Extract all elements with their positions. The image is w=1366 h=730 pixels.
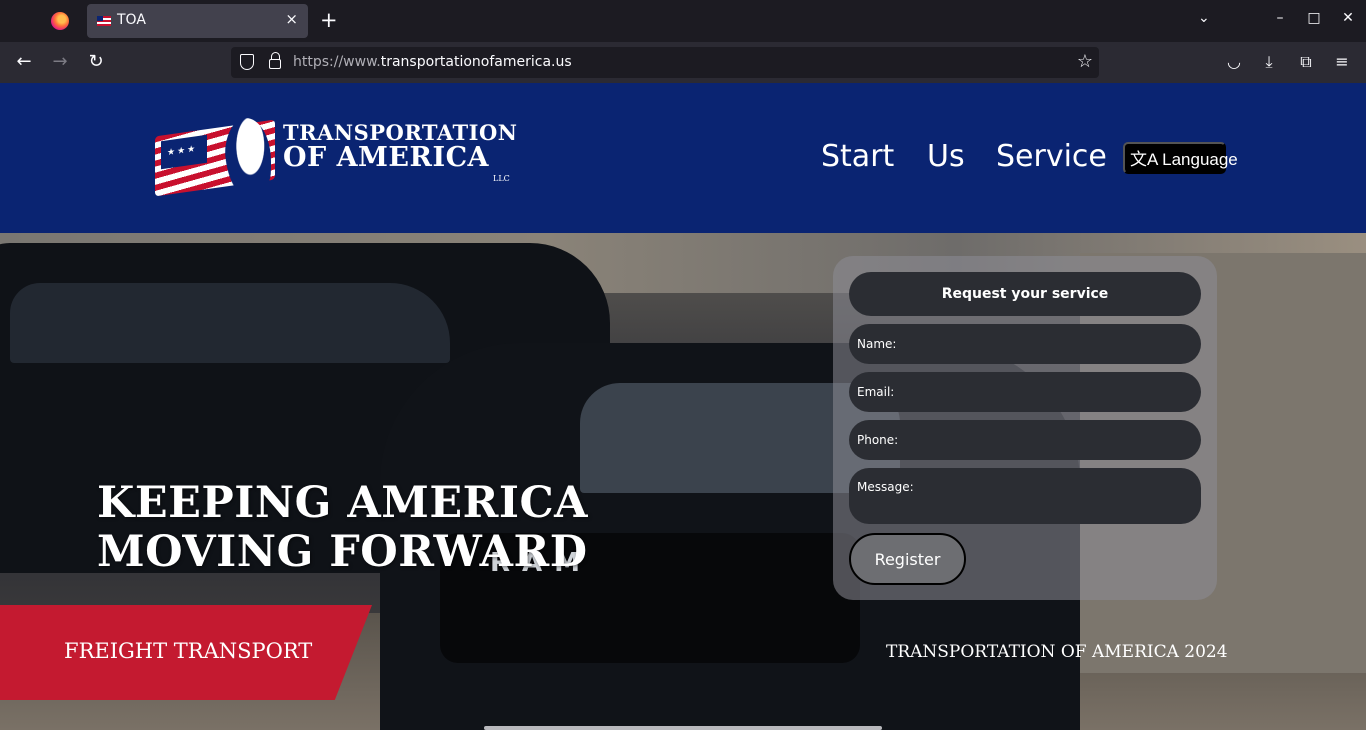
site-header: ★★★ TRANSPORTATION OF AMERICA LLC Start … <box>0 83 1366 233</box>
language-button[interactable]: 文A Language <box>1123 142 1238 174</box>
nav-link-us[interactable]: Us <box>927 139 965 175</box>
nav-link-start[interactable]: Start <box>821 139 894 175</box>
minimize-icon[interactable]: – <box>1270 10 1290 26</box>
reload-icon[interactable]: ↻ <box>85 51 107 73</box>
tab-toa[interactable]: TOA × <box>87 4 308 38</box>
maximize-icon[interactable]: □ <box>1304 10 1324 26</box>
lock-icon[interactable] <box>269 52 281 69</box>
extensions-icon[interactable]: ⧉ <box>1295 51 1317 73</box>
forward-icon[interactable]: → <box>49 51 71 73</box>
list-tabs-icon[interactable]: ⌄ <box>1198 10 1210 26</box>
hero-heading-line2: MOVING FORWARD <box>97 527 588 577</box>
service-request-form: Request your service Register <box>833 256 1217 600</box>
url-domain: transportationofamerica.us <box>380 54 572 70</box>
horizontal-scrollbar[interactable] <box>484 726 882 730</box>
menu-icon[interactable]: ≡ <box>1331 51 1353 73</box>
freight-transport-label: FREIGHT TRANSPORT <box>64 639 313 663</box>
hero-heading-line1: KEEPING AMERICA <box>97 478 589 528</box>
url-prefix: https://www. <box>293 54 381 70</box>
hero-heading: KEEPING AMERICA MOVING FORWARD <box>97 479 588 577</box>
navigation-toolbar: ← → ↻ https://www.transportationofameric… <box>0 42 1366 83</box>
firefox-icon[interactable] <box>51 12 69 30</box>
copyright-text: TRANSPORTATION OF AMERICA 2024 <box>886 642 1228 662</box>
pocket-icon[interactable]: ◡ <box>1223 51 1245 73</box>
flag-favicon-icon <box>97 16 111 26</box>
hero-section: RAM KEEPING AMERICA MOVING FORWARD Reque… <box>0 233 1366 730</box>
nav-link-service[interactable]: Service <box>996 139 1107 175</box>
tab-title: TOA <box>117 12 146 28</box>
truck-left-window <box>10 283 450 363</box>
message-input[interactable] <box>849 468 1201 524</box>
url-text[interactable]: https://www.transportationofamerica.us <box>293 54 572 70</box>
register-button[interactable]: Register <box>849 533 966 585</box>
back-icon[interactable]: ← <box>13 51 35 73</box>
main-nav: Start Us Service 文A Language <box>0 83 1366 233</box>
url-bar[interactable]: https://www.transportationofamerica.us ☆ <box>231 47 1099 78</box>
phone-input[interactable] <box>849 420 1201 460</box>
downloads-icon[interactable]: ⤓ <box>1258 51 1280 73</box>
close-tab-icon[interactable]: × <box>285 10 298 28</box>
close-window-icon[interactable]: ✕ <box>1338 10 1358 26</box>
web-page: ★★★ TRANSPORTATION OF AMERICA LLC Start … <box>0 83 1366 730</box>
bookmark-star-icon[interactable]: ☆ <box>1077 51 1093 72</box>
tab-bar: TOA × + ⌄ – □ ✕ <box>0 0 1366 42</box>
form-title: Request your service <box>849 272 1201 316</box>
shield-icon[interactable] <box>240 54 254 70</box>
new-tab-icon[interactable]: + <box>320 8 338 32</box>
name-input[interactable] <box>849 324 1201 364</box>
email-input[interactable] <box>849 372 1201 412</box>
